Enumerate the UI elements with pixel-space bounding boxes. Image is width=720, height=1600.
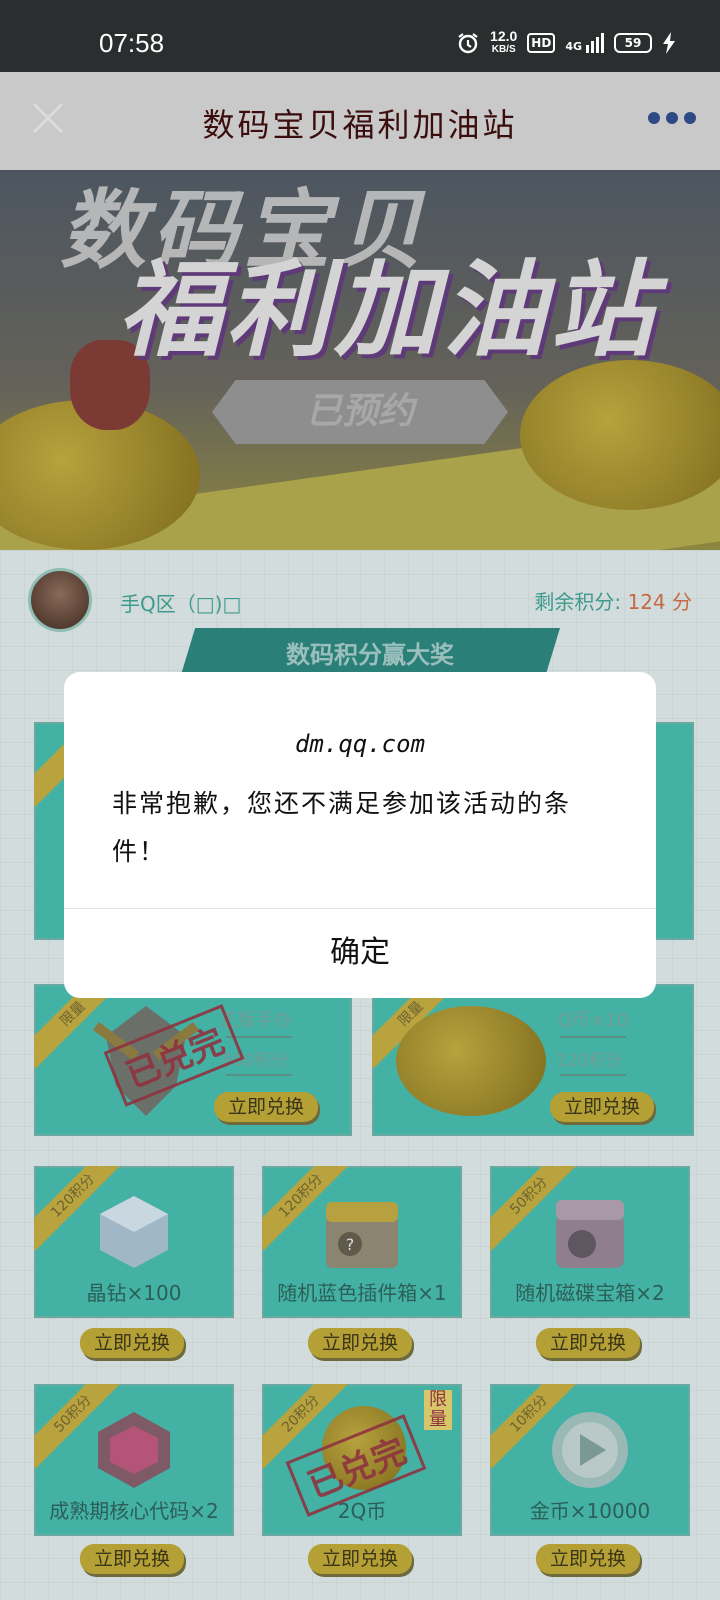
dialog-domain: dm.qq.com bbox=[294, 730, 426, 758]
battery-icon: 59 bbox=[614, 33, 652, 53]
ok-button[interactable]: 确定 bbox=[64, 908, 656, 998]
hd-icon: HD bbox=[527, 33, 556, 53]
clock: 07:58 bbox=[99, 28, 165, 58]
charging-icon bbox=[663, 32, 675, 54]
alarm-icon bbox=[458, 33, 478, 54]
net-speed-unit: KB/S bbox=[491, 44, 516, 55]
dialog-message: 非常抱歉，您还不满足参加该活动的条件！ bbox=[112, 789, 572, 866]
net-speed: 12.0 KB/S bbox=[490, 28, 518, 56]
status-bar: 07:58 12.0 KB/S HD 4G 59 bbox=[0, 0, 720, 72]
network-label: 4G bbox=[565, 40, 582, 53]
alert-dialog: dm.qq.com 非常抱歉，您还不满足参加该活动的条件！ 确定 bbox=[64, 672, 656, 998]
net-speed-value: 12.0 bbox=[490, 28, 518, 44]
network-icon: 4G bbox=[565, 33, 604, 53]
status-icons: 12.0 KB/S HD 4G 59 bbox=[456, 28, 676, 56]
page: 07:58 12.0 KB/S HD 4G 59 数码宝贝福利加油站 数码宝贝 … bbox=[0, 0, 720, 1600]
